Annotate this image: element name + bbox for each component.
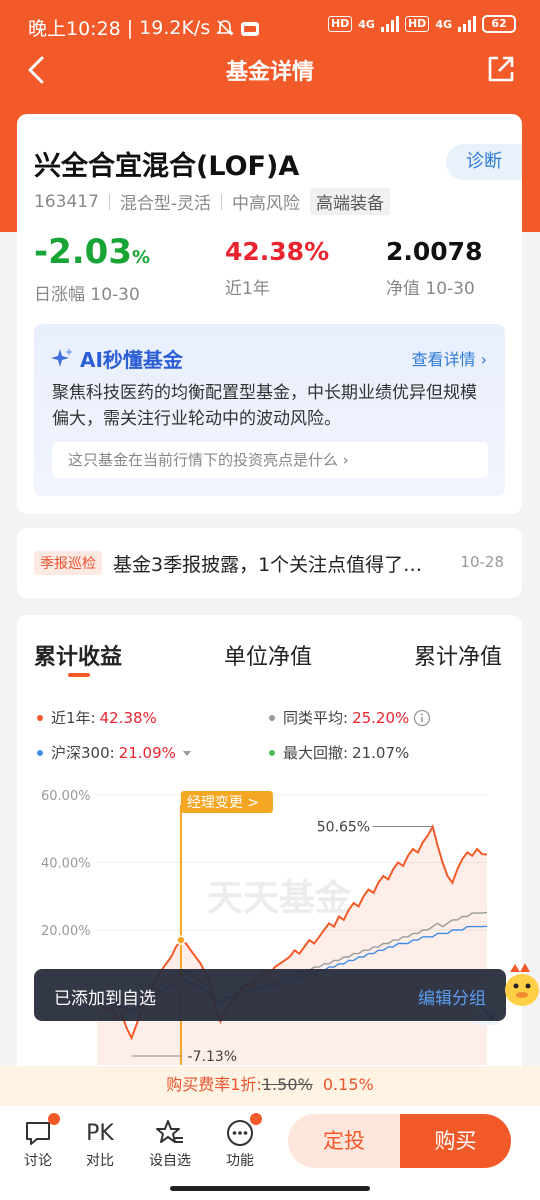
original-fee: 1.50% xyxy=(261,1075,313,1094)
legend-dot xyxy=(37,714,43,721)
pk-icon: PK xyxy=(86,1120,114,1146)
legend-peer-average: 同类平均: 25.20% xyxy=(269,707,431,728)
ai-description: 聚焦科技医药的均衡配置型基金，中长期业绩优异但规模偏大，需关注行业轮动中的波动风… xyxy=(52,383,477,429)
app-notification-icon xyxy=(241,21,260,36)
divider xyxy=(108,193,110,210)
nav-value: 2.0078 xyxy=(386,237,483,266)
manager-change-point xyxy=(176,935,186,945)
fund-theme-tag[interactable]: 高端装备 xyxy=(310,188,391,215)
hd-icon: HD xyxy=(327,16,353,32)
status-time: 晚上10:28 xyxy=(28,18,121,40)
info-icon[interactable] xyxy=(413,709,431,727)
legend-index[interactable]: 沪深300: 21.09% xyxy=(37,742,194,763)
diagnose-button[interactable]: 诊断 xyxy=(446,144,522,180)
home-indicator xyxy=(170,1186,370,1191)
fund-code: 163417 xyxy=(34,191,99,212)
sparkle-icon xyxy=(51,347,73,367)
mascot-icon[interactable] xyxy=(500,958,540,1010)
discuss-button[interactable]: 讨论 xyxy=(8,1113,68,1170)
min-value-label: -7.13% xyxy=(188,1049,238,1065)
manager-change-label: 经理变更 > xyxy=(187,795,259,811)
year-return-value: 42.38% xyxy=(225,237,330,266)
ai-title-text: AI秒懂基金 xyxy=(80,348,183,372)
tab-cumulative-return[interactable]: 累计收益 xyxy=(34,639,122,671)
news-tag: 季报巡检 xyxy=(34,551,102,575)
navigation-bar: 基金详情 xyxy=(0,50,540,90)
active-tab-indicator xyxy=(68,673,90,677)
news-headline: 基金3季报披露，1个关注点值得了… xyxy=(113,554,423,576)
star-icon xyxy=(156,1120,183,1143)
status-bar: 晚上10:28 | 19.2K/s HD 4G HD 4G 62 xyxy=(0,0,540,50)
daily-change-value: -2.03 xyxy=(34,232,132,272)
daily-change-label: 日涨幅 10-30 xyxy=(34,285,140,305)
news-card[interactable]: 季报巡检 基金3季报披露，1个关注点值得了… 10-28 xyxy=(17,528,522,598)
max-value-label: 50.65% xyxy=(317,820,370,836)
signal-icon-2 xyxy=(458,16,476,32)
add-watchlist-button[interactable]: 设自选 xyxy=(140,1116,200,1170)
legend-max-drawdown: 最大回撤: 21.07% xyxy=(269,742,409,763)
fund-name: 兴全合宜混合(LOF)A xyxy=(34,151,300,182)
auto-invest-button[interactable]: 定投 xyxy=(288,1114,400,1168)
y-tick-label: 40.00% xyxy=(41,857,91,872)
network-speed: 19.2K/s xyxy=(139,16,211,39)
fund-type: 混合型-灵活 xyxy=(119,194,212,214)
nav-label: 净值 10-30 xyxy=(386,279,475,299)
nav-stat: 2.0078 净值 10-30 xyxy=(386,232,482,299)
legend-dot xyxy=(269,749,275,756)
tab-cumulative-nav[interactable]: 累计净值 xyxy=(414,639,502,671)
notification-dot xyxy=(250,1113,262,1125)
page-title: 基金详情 xyxy=(225,60,314,85)
legend-fund: 近1年: 42.38% xyxy=(37,707,157,728)
buy-button[interactable]: 购买 xyxy=(400,1114,511,1168)
year-return-label: 近1年 xyxy=(225,279,270,299)
fund-risk: 中高风险 xyxy=(232,194,301,214)
signal-4g-label-2: 4G xyxy=(435,17,452,31)
share-icon[interactable] xyxy=(486,54,516,84)
legend-dot xyxy=(37,749,43,756)
discount-fee: 0.15% xyxy=(322,1075,374,1094)
y-tick-label: 20.00% xyxy=(41,924,91,939)
tab-unit-nav[interactable]: 单位净值 xyxy=(224,639,312,671)
chart-watermark: 天天基金 xyxy=(207,877,352,919)
notification-dot xyxy=(48,1113,60,1125)
ai-view-details-link[interactable]: 查看详情 › xyxy=(412,346,488,370)
return-chart[interactable]: 60.00% 40.00% 20.00% 天天基金 经理变更 > 50.65% -7.1… xyxy=(17,775,522,1075)
edit-group-link[interactable]: 编辑分组 xyxy=(418,984,486,1009)
ai-suggested-question[interactable]: 这只基金在当前行情下的投资亮点是什么 › xyxy=(52,442,488,478)
toast-message: 已添加到自选 xyxy=(54,989,156,1009)
hd-icon-2: HD xyxy=(404,16,430,32)
mute-icon xyxy=(216,19,235,36)
daily-change-unit: % xyxy=(132,247,151,268)
fee-discount-banner: 购买费率1折:1.50% 0.15% xyxy=(0,1066,540,1106)
performance-chart-card: 累计收益 单位净值 累计净值 近1年: 42.38% 同类平均: 25.20% 沪深… xyxy=(17,615,522,1095)
news-date: 10-28 xyxy=(460,553,504,571)
fund-summary-card: 兴全合宜混合(LOF)A 诊断 163417 混合型-灵活 中高风险 高端装备 … xyxy=(17,114,522,514)
compare-button[interactable]: PK 对比 xyxy=(70,1116,130,1170)
ai-summary-box[interactable]: AI秒懂基金 查看详情 › 聚焦科技医药的均衡配置型基金，中长期业绩优异但规模偏… xyxy=(34,324,505,496)
ai-title: AI秒懂基金 xyxy=(50,344,183,373)
divider xyxy=(221,193,223,210)
daily-change-stat: -2.03% 日涨幅 10-30 xyxy=(34,232,150,305)
dropdown-icon[interactable] xyxy=(180,746,194,760)
battery-icon: 62 xyxy=(482,15,516,33)
functions-button[interactable]: 功能 xyxy=(210,1113,270,1170)
y-tick-label: 60.00% xyxy=(41,789,91,804)
legend-dot xyxy=(269,714,275,721)
signal-4g-label: 4G xyxy=(358,17,375,31)
signal-icon xyxy=(380,16,399,32)
fund-tags: 163417 混合型-灵活 中高风险 高端装备 xyxy=(34,188,391,215)
toast-added-to-watchlist: 已添加到自选 编辑分组 xyxy=(34,969,506,1021)
year-return-stat: 42.38% 近1年 xyxy=(225,232,329,299)
